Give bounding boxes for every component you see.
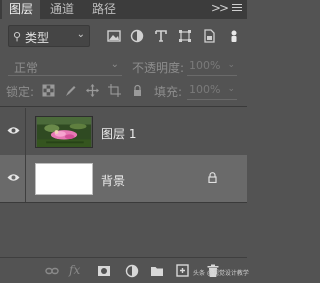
layer-thumbnail — [35, 163, 93, 195]
chevron-down-icon: ⌄ — [110, 59, 119, 70]
visibility-toggle[interactable] — [0, 155, 26, 202]
filter-kind-select[interactable]: ⚲ 类型 ⌄ — [8, 25, 90, 47]
collapse-panel-icon[interactable]: >> — [211, 1, 229, 15]
adjustment-layer-icon[interactable] — [125, 264, 139, 278]
lock-all-icon[interactable] — [131, 84, 144, 97]
tab-layers[interactable]: 图层 — [2, 0, 40, 19]
new-group-icon[interactable] — [150, 264, 164, 278]
new-layer-icon[interactable] — [176, 264, 190, 278]
panel-menu-icon[interactable] — [232, 4, 242, 15]
opacity-label: 不透明度: — [132, 61, 185, 75]
opacity-field[interactable]: 100% ⌄ — [187, 56, 237, 76]
fill-value: 100% — [189, 83, 221, 96]
image-filter-icon[interactable] — [107, 29, 121, 43]
panel-tab-bar: 图层 通道 路径 >> — [0, 0, 247, 19]
type-filter-icon[interactable] — [154, 29, 168, 43]
lock-artboard-icon[interactable] — [108, 84, 121, 97]
tab-channels[interactable]: 通道 — [42, 0, 82, 19]
chevron-down-icon: ⌄ — [227, 60, 235, 70]
tab-paths[interactable]: 路径 — [84, 0, 124, 19]
layer-filter-row: ⚲ 类型 ⌄ — [0, 25, 247, 49]
fill-label: 填充: — [154, 85, 183, 99]
layer-style-button[interactable]: fx — [69, 263, 80, 277]
lock-label: 锁定: — [6, 85, 35, 99]
filter-toggle-icon[interactable] — [229, 29, 239, 43]
blend-mode-select[interactable]: 正常 ⌄ — [8, 56, 122, 76]
layer-thumbnail — [35, 116, 93, 148]
watermark-text: 头条 @视觉设计教学 — [193, 270, 249, 277]
smart-object-filter-icon[interactable] — [202, 29, 216, 43]
blend-row: 正常 ⌄ 不透明度: 100% ⌄ — [0, 56, 247, 78]
lock-row: 锁定: 填充: 100% ⌄ — [0, 80, 247, 102]
layer-name[interactable]: 背景 — [101, 172, 125, 189]
add-mask-icon[interactable] — [97, 264, 111, 278]
filter-kind-label: 类型 — [25, 31, 50, 45]
layer-name[interactable]: 图层 1 — [101, 125, 136, 142]
fill-field[interactable]: 100% ⌄ — [187, 80, 237, 100]
lock-image-pixels-icon[interactable] — [64, 84, 77, 97]
blend-mode-label: 正常 — [14, 61, 39, 75]
chevron-down-icon: ⌄ — [227, 84, 235, 94]
link-layers-icon[interactable] — [45, 264, 59, 278]
search-icon: ⚲ — [13, 30, 22, 43]
eye-icon — [7, 174, 20, 181]
layer-row-selected[interactable]: 背景 — [0, 155, 247, 203]
lock-transparent-pixels-icon[interactable] — [42, 84, 55, 97]
layer-row[interactable]: 图层 1 — [0, 108, 247, 156]
chevron-down-icon: ⌄ — [76, 29, 85, 40]
eye-icon — [7, 127, 20, 134]
visibility-toggle[interactable] — [0, 108, 26, 155]
layers-list: 图层 1 背景 — [0, 106, 247, 253]
lock-icon — [208, 172, 217, 183]
opacity-value: 100% — [189, 59, 221, 72]
shape-filter-icon[interactable] — [178, 29, 192, 43]
adjustment-filter-icon[interactable] — [130, 29, 144, 43]
lock-position-icon[interactable] — [86, 84, 99, 97]
